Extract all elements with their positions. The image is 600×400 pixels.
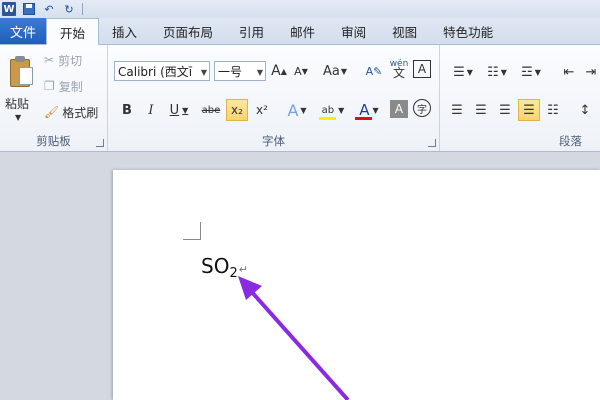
annotation-arrow-icon (238, 276, 350, 400)
tab-home[interactable]: 开始 (46, 18, 100, 45)
